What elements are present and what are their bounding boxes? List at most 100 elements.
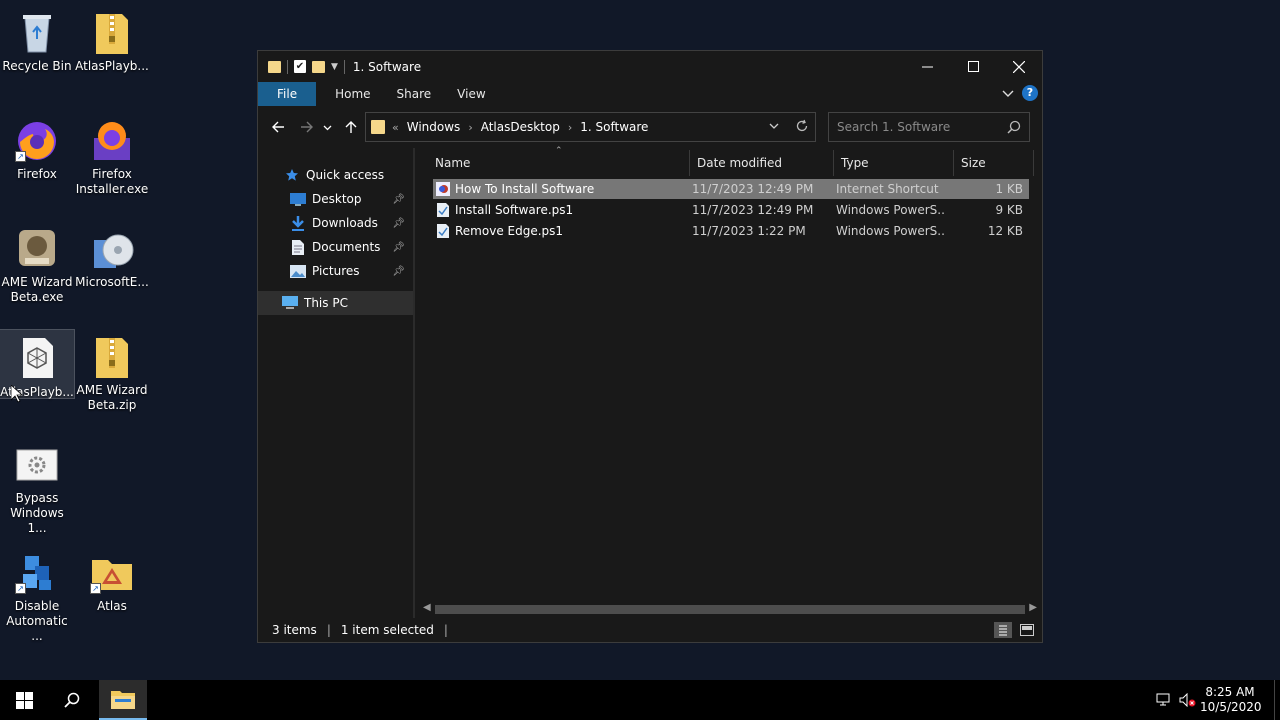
maximize-button[interactable] [950, 51, 996, 82]
file-explorer-taskbar-button[interactable] [99, 680, 147, 720]
item-count: 3 items [272, 623, 317, 637]
pin-icon[interactable]: 📌︎ [392, 266, 405, 277]
refresh-icon[interactable] [795, 119, 809, 133]
nav-quick-access[interactable]: Quick access [258, 163, 413, 187]
forward-button[interactable] [295, 115, 319, 139]
desktop-icon-firefox[interactable]: ↗ Firefox [0, 112, 74, 182]
desktop-icon-firefox-installer[interactable]: Firefox Installer.exe [75, 112, 149, 197]
table-row[interactable]: Install Software.ps1 11/7/2023 12:49 PM … [433, 200, 1029, 220]
table-row[interactable]: Remove Edge.ps1 11/7/2023 1:22 PM Window… [433, 221, 1029, 241]
title-bar[interactable]: ✔ ▼ 1. Software [258, 51, 1042, 82]
pictures-icon [290, 263, 306, 279]
minimize-button[interactable] [904, 51, 950, 82]
properties-icon[interactable]: ✔ [294, 60, 306, 73]
pin-icon[interactable]: 📌︎ [392, 194, 405, 205]
chevron-down-icon [323, 125, 331, 130]
desktop-icon-ame-wizard-zip[interactable]: AME Wizard Beta.zip [75, 328, 149, 413]
file-name: Remove Edge.ps1 [455, 224, 564, 238]
file-list: ⌃ Name Date modified Type Size How To In… [428, 146, 1042, 618]
scrollbar-thumb[interactable] [435, 605, 1025, 614]
atlas-folder-icon: ↗ [88, 548, 136, 596]
file-type: Windows PowerS... [836, 203, 946, 217]
atlas-playbook-icon [13, 334, 61, 382]
new-folder-icon[interactable] [312, 60, 325, 73]
tab-file[interactable]: File [258, 82, 317, 106]
network-icon[interactable] [1152, 680, 1176, 720]
desktop-icon-atlas[interactable]: ↗ Atlas [75, 544, 149, 614]
breadcrumb-windows[interactable]: Windows [407, 120, 461, 134]
pin-icon[interactable]: 📌︎ [392, 242, 405, 253]
details-view-button[interactable] [994, 622, 1012, 638]
back-button[interactable] [266, 115, 290, 139]
nav-documents[interactable]: Documents 📌︎ [258, 235, 413, 259]
close-button[interactable] [996, 51, 1042, 82]
navigation-pane: Quick access Desktop 📌︎ Downloads 📌︎ Doc… [258, 148, 415, 618]
clock-time: 8:25 AM [1205, 685, 1255, 699]
desktop-icon [290, 191, 306, 207]
file-date: 11/7/2023 1:22 PM [692, 224, 806, 238]
breadcrumb-separator-icon[interactable]: › [468, 121, 472, 134]
breadcrumb-separator-icon[interactable]: › [568, 121, 572, 134]
nav-this-pc[interactable]: This PC [258, 291, 413, 315]
desktop-icon-label: Firefox Installer.exe [75, 167, 149, 196]
column-header-name[interactable]: Name [428, 150, 690, 176]
details-view-icon [999, 625, 1007, 636]
clock[interactable]: 8:25 AM 10/5/2020 [1200, 685, 1262, 715]
breadcrumb-overflow[interactable]: « [392, 121, 399, 134]
scroll-left-icon[interactable]: ◀ [423, 602, 431, 613]
file-name: How To Install Software [455, 182, 595, 196]
breadcrumb-software[interactable]: 1. Software [580, 120, 648, 134]
recent-locations-button[interactable] [319, 115, 335, 139]
desktop-icon-microsoft-edge-installer[interactable]: MicrosoftE... [75, 220, 149, 290]
close-icon [1013, 60, 1025, 73]
computer-icon [282, 295, 298, 311]
ribbon-tabs: File Home Share View ? [258, 82, 1042, 106]
nav-desktop[interactable]: Desktop 📌︎ [258, 187, 413, 211]
desktop-icon-atlasplaybook-zip[interactable]: AtlasPlayb... [75, 4, 149, 74]
column-header-type[interactable]: Type [834, 150, 954, 176]
up-button[interactable] [339, 115, 363, 139]
customize-toolbar-caret-icon[interactable]: ▼ [331, 62, 338, 72]
large-icons-view-button[interactable] [1018, 622, 1036, 638]
desktop-icon-label: Atlas [97, 599, 127, 613]
taskbar: 8:25 AM 10/5/2020 [0, 680, 1280, 720]
nav-item-label: Downloads [312, 216, 378, 230]
desktop-icon-disable-automatic[interactable]: ↗ Disable Automatic ... [0, 544, 74, 644]
desktop-icon-bypass-windows[interactable]: Bypass Windows 1... [0, 436, 74, 536]
expand-ribbon-chevron-icon[interactable] [1002, 87, 1014, 99]
firefox-installer-icon [88, 116, 136, 164]
firefox-icon: ↗ [13, 116, 61, 164]
show-desktop-button[interactable] [1274, 680, 1280, 720]
address-dropdown-icon[interactable] [769, 119, 779, 133]
scroll-right-icon[interactable]: ▶ [1029, 602, 1037, 613]
internet-shortcut-icon [436, 182, 450, 196]
nav-downloads[interactable]: Downloads 📌︎ [258, 211, 413, 235]
desktop-icon-ame-wizard-exe[interactable]: AME Wizard Beta.exe [0, 220, 74, 305]
help-icon[interactable]: ? [1022, 85, 1038, 101]
horizontal-scrollbar[interactable]: ◀ ▶ [418, 601, 1042, 618]
address-bar[interactable]: « Windows › AtlasDesktop › 1. Software [365, 112, 816, 142]
column-header-size[interactable]: Size [954, 150, 1034, 176]
star-icon [284, 167, 300, 183]
nav-pictures[interactable]: Pictures 📌︎ [258, 259, 413, 283]
search-icon [64, 692, 80, 708]
tab-share[interactable]: Share [384, 82, 445, 106]
desktop-icon-recycle-bin[interactable]: Recycle Bin [0, 4, 74, 74]
desktop-icon-label: Disable Automatic ... [6, 599, 68, 643]
selection-count: 1 item selected [340, 623, 434, 637]
tab-view[interactable]: View [444, 82, 498, 106]
column-header-date-modified[interactable]: Date modified [690, 150, 834, 176]
search-input[interactable]: Search 1. Software [828, 112, 1030, 142]
pin-icon[interactable]: 📌︎ [392, 218, 405, 229]
desktop-icon-label: Bypass Windows 1... [10, 491, 64, 535]
desktop-icon-label: MicrosoftE... [75, 275, 149, 289]
desktop-icon-label: AtlasPlayb... [75, 59, 149, 73]
breadcrumb-atlasdesktop[interactable]: AtlasDesktop [481, 120, 560, 134]
search-button[interactable] [48, 680, 96, 720]
table-row[interactable]: How To Install Software 11/7/2023 12:49 … [433, 179, 1029, 199]
volume-muted-icon[interactable] [1176, 680, 1200, 720]
start-button[interactable] [0, 680, 48, 720]
tab-home[interactable]: Home [322, 82, 383, 106]
file-size: 1 KB [995, 182, 1023, 196]
file-size: 12 KB [987, 224, 1023, 238]
